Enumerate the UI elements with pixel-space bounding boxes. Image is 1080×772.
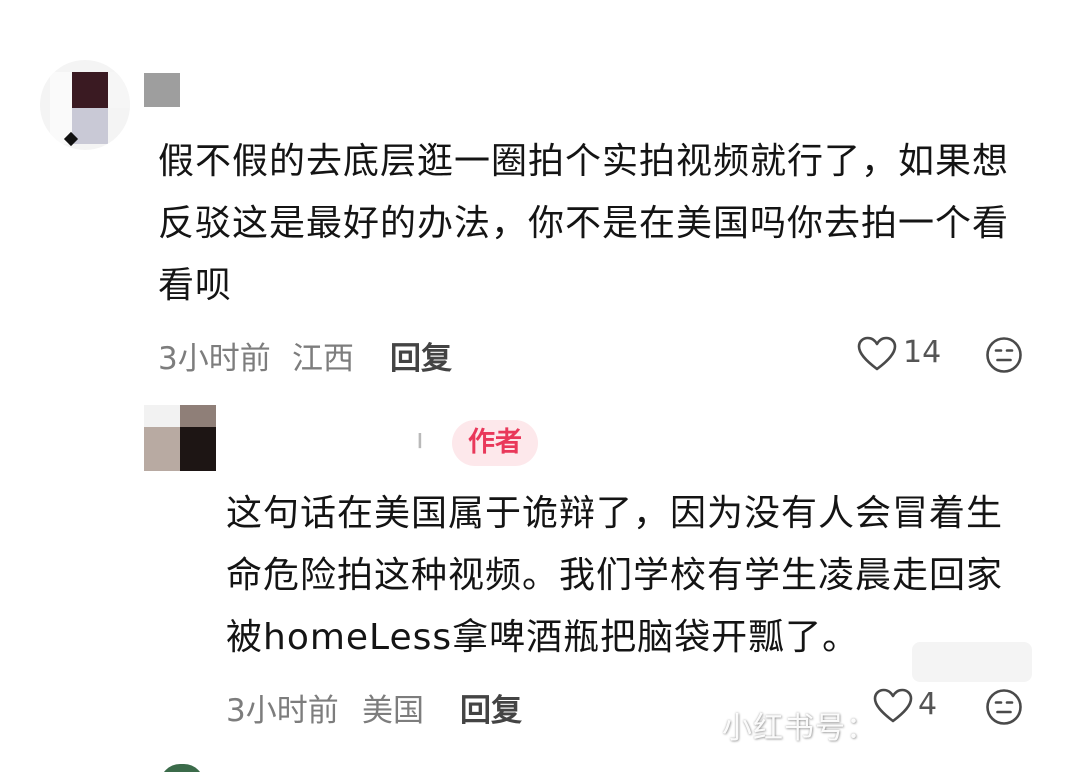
comment-time: 3小时前 xyxy=(158,341,271,377)
reply-time: 3小时前 xyxy=(226,693,339,729)
heart-outline-icon[interactable] xyxy=(873,688,913,724)
author-badge: 作者 xyxy=(452,420,538,466)
reply-location: 美国 xyxy=(362,693,424,729)
replier-avatar[interactable] xyxy=(144,405,216,471)
emoji-face-icon[interactable] xyxy=(985,336,1023,374)
reply-button[interactable]: 回复 xyxy=(390,333,452,378)
avatar-pixel xyxy=(180,405,216,427)
comment-text: 假不假的去底层逛一圈拍个实拍视频就行了，如果想反驳这是最好的办法，你不是在美国吗… xyxy=(158,141,1010,306)
heart-outline-icon[interactable] xyxy=(857,336,897,372)
watermark-text: 小红书号： xyxy=(722,711,877,746)
comment-location: 江西 xyxy=(292,341,354,377)
avatar-pixel xyxy=(108,72,130,108)
avatar-pixel xyxy=(180,427,216,471)
like-count: 4 xyxy=(918,687,938,722)
avatar-pixel xyxy=(72,72,108,108)
avatar-pixel xyxy=(144,427,180,471)
commenter-avatar[interactable] xyxy=(40,60,130,150)
reply-button[interactable]: 回复 xyxy=(460,685,522,730)
comment-thread: 假不假的去底层逛一圈拍个实拍视频就行了，如果想反驳这是最好的办法，你不是在美国吗… xyxy=(0,0,1080,772)
commenter-name-blurred[interactable] xyxy=(144,73,180,107)
reply-text: 这句话在美国属于诡辩了，因为没有人会冒着生命危险拍这种视频。我们学校有学生凌晨走… xyxy=(226,493,1004,658)
next-commenter-avatar[interactable] xyxy=(160,764,204,772)
avatar-pixel xyxy=(144,405,180,427)
watermark-logo xyxy=(912,642,1032,682)
like-count: 14 xyxy=(903,335,942,370)
emoji-face-icon[interactable] xyxy=(985,688,1023,726)
replier-name-fragment[interactable]: ı xyxy=(416,422,424,455)
